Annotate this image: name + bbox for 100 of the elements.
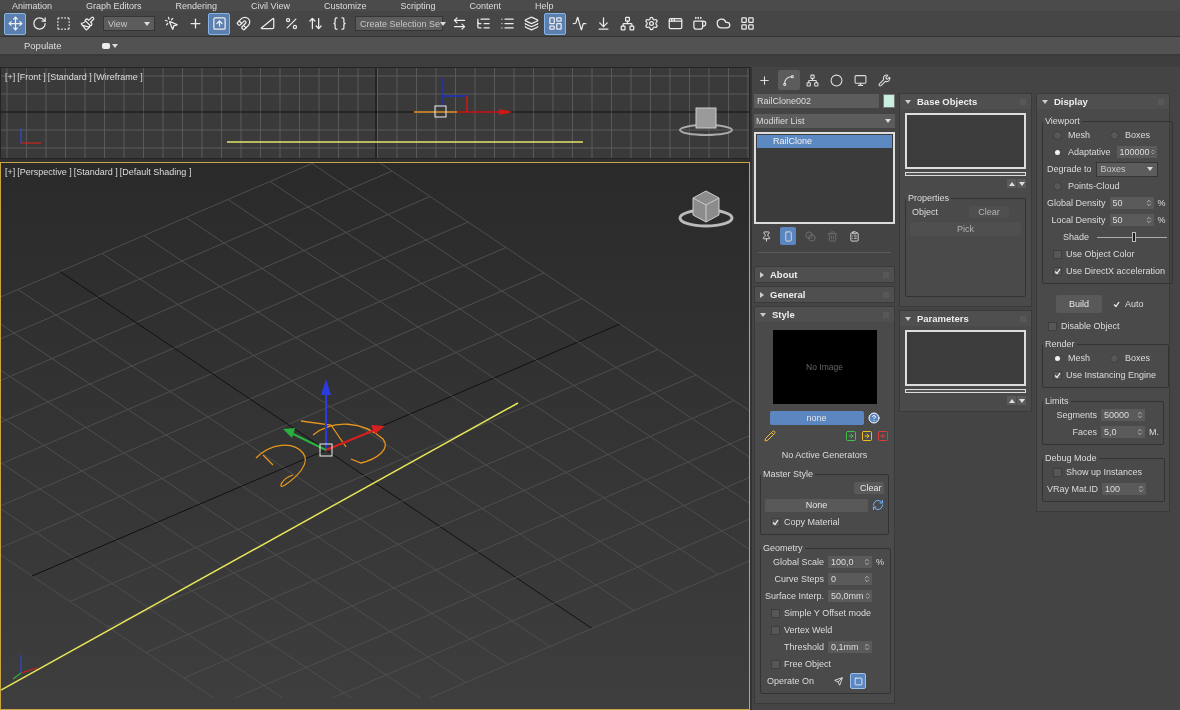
spinner-arrows-icon[interactable] xyxy=(863,558,872,566)
radio-button[interactable] xyxy=(1053,147,1062,157)
toolbar-button[interactable] xyxy=(544,12,566,35)
spinner-label: Segments xyxy=(1056,410,1097,420)
spinner-label: Faces xyxy=(1072,427,1097,437)
spinner-arrows-icon[interactable] xyxy=(863,575,872,583)
spinner-arrows-icon[interactable] xyxy=(863,643,872,651)
list-box[interactable] xyxy=(905,113,1026,169)
checkbox[interactable] xyxy=(1048,321,1057,331)
front-viewport[interactable]: [+] [Front ] [Standard ] [Wireframe ] xyxy=(0,67,750,159)
spinner-field[interactable]: 100,0 xyxy=(828,556,873,568)
checkbox[interactable] xyxy=(771,517,780,527)
expand-arrow-icon xyxy=(760,312,766,317)
scrollbar[interactable] xyxy=(905,172,1026,176)
build-button[interactable]: Build xyxy=(1056,295,1102,313)
spinner-arrows-icon[interactable] xyxy=(1144,199,1153,207)
viewport-label[interactable]: [+] xyxy=(5,72,16,82)
pencil-icon[interactable] xyxy=(764,430,776,442)
arrow-right-icon[interactable] xyxy=(861,430,873,442)
dropdown[interactable]: Boxes xyxy=(1095,161,1158,177)
rotate-icon xyxy=(31,16,47,31)
viewcube-icon[interactable] xyxy=(679,107,733,136)
toolbar-dropdown[interactable]: View xyxy=(103,16,155,31)
spinner-label: Local Density xyxy=(1051,215,1106,225)
panel-tab[interactable] xyxy=(777,70,800,90)
spinner-field[interactable]: 0 xyxy=(828,573,873,585)
spinner-field[interactable]: 50 xyxy=(1109,214,1154,226)
radio-button[interactable] xyxy=(1053,353,1062,363)
move-down-button[interactable] xyxy=(1017,396,1026,405)
modifier-list-dropdown[interactable]: Modifier List xyxy=(754,114,895,128)
spinner-field[interactable]: 50000 xyxy=(1101,409,1145,421)
list-box[interactable] xyxy=(905,330,1026,386)
checkbox[interactable] xyxy=(1053,266,1062,276)
menu-item[interactable]: Content xyxy=(469,0,501,11)
grid-icon xyxy=(739,16,755,31)
spinner-arrows-icon[interactable] xyxy=(1144,216,1153,224)
viewport-label[interactable]: [Standard ] xyxy=(47,72,92,82)
toolbar-dropdown[interactable]: Create Selection Se xyxy=(355,16,443,31)
viewport-label[interactable]: [Default Shading ] xyxy=(119,167,192,177)
ribbon-tab[interactable]: Populate xyxy=(24,40,62,51)
cross-icon xyxy=(187,16,203,31)
menu-item[interactable]: Help xyxy=(535,0,554,11)
clear-button[interactable]: Clear xyxy=(854,482,884,494)
menu-item[interactable]: Civil View xyxy=(251,0,290,11)
menu-item[interactable]: Scripting xyxy=(400,0,436,11)
slider-thumb[interactable] xyxy=(1132,232,1137,242)
spinner-field[interactable]: 5,0 xyxy=(1101,426,1145,438)
hierarchy-icon xyxy=(806,73,820,87)
scrollbar[interactable] xyxy=(905,389,1026,393)
radio-label: Mesh xyxy=(1068,130,1090,140)
menu-item[interactable]: Animation xyxy=(12,0,53,11)
viewcube-icon[interactable] xyxy=(678,190,734,228)
viewport-label[interactable]: [Perspective ] xyxy=(17,167,72,177)
move-down-button[interactable] xyxy=(1017,179,1026,188)
toolbar-button[interactable] xyxy=(4,12,26,35)
object-name-field[interactable]: RailClone002 xyxy=(754,94,879,108)
viewport-label[interactable]: [Standard ] xyxy=(73,167,118,177)
rollout-header[interactable]: About xyxy=(755,267,894,282)
spinner-arrows-icon[interactable] xyxy=(1136,428,1144,436)
spinner-label: Curve Steps xyxy=(774,574,825,584)
style-picker-button[interactable]: None xyxy=(765,498,868,512)
spinner-field[interactable]: 50,0mm xyxy=(828,590,873,602)
spinner-label: Global Scale xyxy=(773,557,825,567)
arrow-right-icon[interactable] xyxy=(845,430,857,442)
rollout-header[interactable]: Base Objects xyxy=(900,94,1031,109)
spinner-arrows-icon[interactable] xyxy=(1137,485,1145,493)
checkbox[interactable] xyxy=(771,625,780,635)
viewport-label[interactable]: [Wireframe ] xyxy=(93,72,143,82)
plane-icon xyxy=(833,676,843,686)
menu-item[interactable]: Customize xyxy=(323,0,367,11)
object-label: Object xyxy=(912,207,938,217)
square-button[interactable] xyxy=(850,673,867,689)
rollout-header[interactable]: Display xyxy=(1037,94,1169,109)
checkbox[interactable] xyxy=(771,608,780,618)
rollout-header[interactable]: General xyxy=(755,287,894,302)
menu-item[interactable]: Graph Editors xyxy=(86,0,142,11)
help-icon[interactable] xyxy=(867,412,880,424)
snap-icon xyxy=(235,16,251,31)
toggle-icon[interactable] xyxy=(101,41,118,50)
rollout-header[interactable]: Parameters xyxy=(900,311,1031,326)
menu-item[interactable]: Rendering xyxy=(175,0,218,11)
checkbox[interactable] xyxy=(771,659,780,669)
spinner-field[interactable]: 100000 xyxy=(1116,146,1157,158)
spinner-field[interactable]: 50 xyxy=(1109,197,1154,209)
rollout-header[interactable]: Style xyxy=(755,307,894,322)
wrench-icon xyxy=(877,73,891,87)
checkbox[interactable] xyxy=(1053,249,1062,259)
spinner-arrows-icon[interactable] xyxy=(1136,411,1144,419)
dropdown-label: Degrade to xyxy=(1047,164,1092,174)
color-swatch[interactable] xyxy=(883,94,895,108)
checkbox[interactable] xyxy=(1053,467,1062,477)
toolbar-button[interactable] xyxy=(208,12,230,35)
refresh-icon[interactable] xyxy=(872,499,884,511)
viewport-label[interactable]: [Front ] xyxy=(17,72,46,82)
radio-label: Points-Cloud xyxy=(1068,181,1120,191)
checkbox[interactable] xyxy=(1053,370,1062,380)
viewport-label[interactable]: [+] xyxy=(5,167,16,177)
spinner-field[interactable]: 0,1mm xyxy=(828,641,873,653)
spinner-field[interactable]: 100 xyxy=(1102,483,1146,495)
perspective-viewport[interactable]: [+] [Perspective ] [Standard ] [Default Shading ] xyxy=(0,162,750,710)
